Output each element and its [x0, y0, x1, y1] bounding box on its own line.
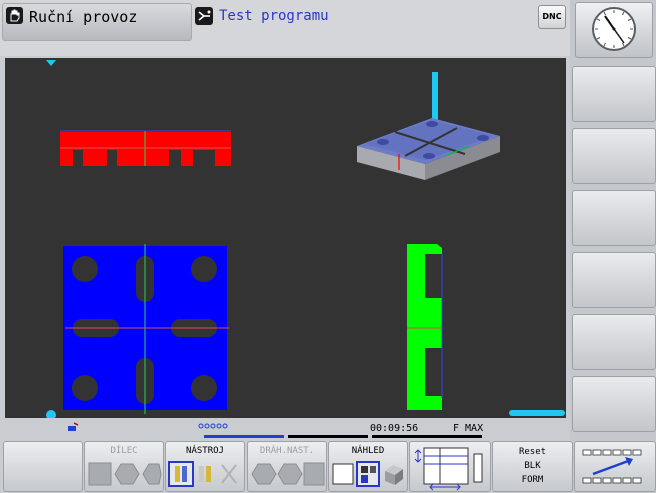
top-view — [63, 244, 229, 414]
softkey-empty[interactable] — [3, 441, 83, 492]
softkey-nastroj-label: NÁSTROJ — [186, 446, 224, 456]
softkey-dilec[interactable]: DÍLEC — [84, 441, 164, 492]
softkey-nahled-label: NÁHLED — [351, 446, 385, 456]
softkey-drah-nast-label: DRÁH.NAST. — [259, 446, 315, 456]
reset-label: Reset — [518, 447, 547, 457]
origin-marker-top — [46, 60, 56, 66]
blk-label: BLK — [524, 461, 541, 471]
form-label: FORM — [521, 475, 544, 485]
feed-rate: F MAX — [453, 423, 484, 434]
dnc-icon[interactable]: DNC — [538, 5, 566, 29]
side-softkey-1[interactable] — [572, 66, 656, 122]
front-view — [60, 130, 231, 166]
simulation-graphics-area[interactable] — [5, 58, 566, 420]
side-softkey-2[interactable] — [572, 128, 656, 184]
tool-status-icon — [68, 426, 76, 431]
softkey-nahled[interactable]: NÁHLED — [328, 441, 408, 492]
side-view — [407, 244, 443, 410]
softkey-dilec-label: DÍLEC — [110, 446, 138, 456]
hand-mode-icon — [6, 7, 23, 24]
origin-marker-bottom — [46, 410, 56, 420]
progress-marker — [509, 410, 565, 416]
progress-dots — [198, 423, 228, 429]
program-label[interactable]: Test programu — [219, 8, 329, 24]
softkey-next-bar[interactable] — [574, 441, 656, 492]
side-softkey-5[interactable] — [572, 314, 656, 370]
softkey-drah-nast[interactable]: DRÁH.NAST. — [247, 441, 327, 492]
softkey-nastroj[interactable]: NÁSTROJ — [165, 441, 245, 492]
softkey-reset-blk-form[interactable]: Reset BLK FORM — [492, 441, 573, 492]
clock-icon — [592, 7, 636, 51]
program-test-icon — [195, 7, 213, 25]
mode-label: Ruční provoz — [29, 8, 138, 26]
side-softkey-6[interactable] — [572, 376, 656, 432]
elapsed-time: 00:09:56 — [370, 423, 419, 434]
side-softkey-4[interactable] — [572, 252, 656, 308]
isometric-view — [357, 72, 500, 180]
softkey-detail-view[interactable] — [409, 441, 491, 492]
clock-panel — [575, 2, 653, 58]
side-softkey-3[interactable] — [572, 190, 656, 246]
status-bar: 00:09:56 F MAX — [0, 418, 570, 440]
